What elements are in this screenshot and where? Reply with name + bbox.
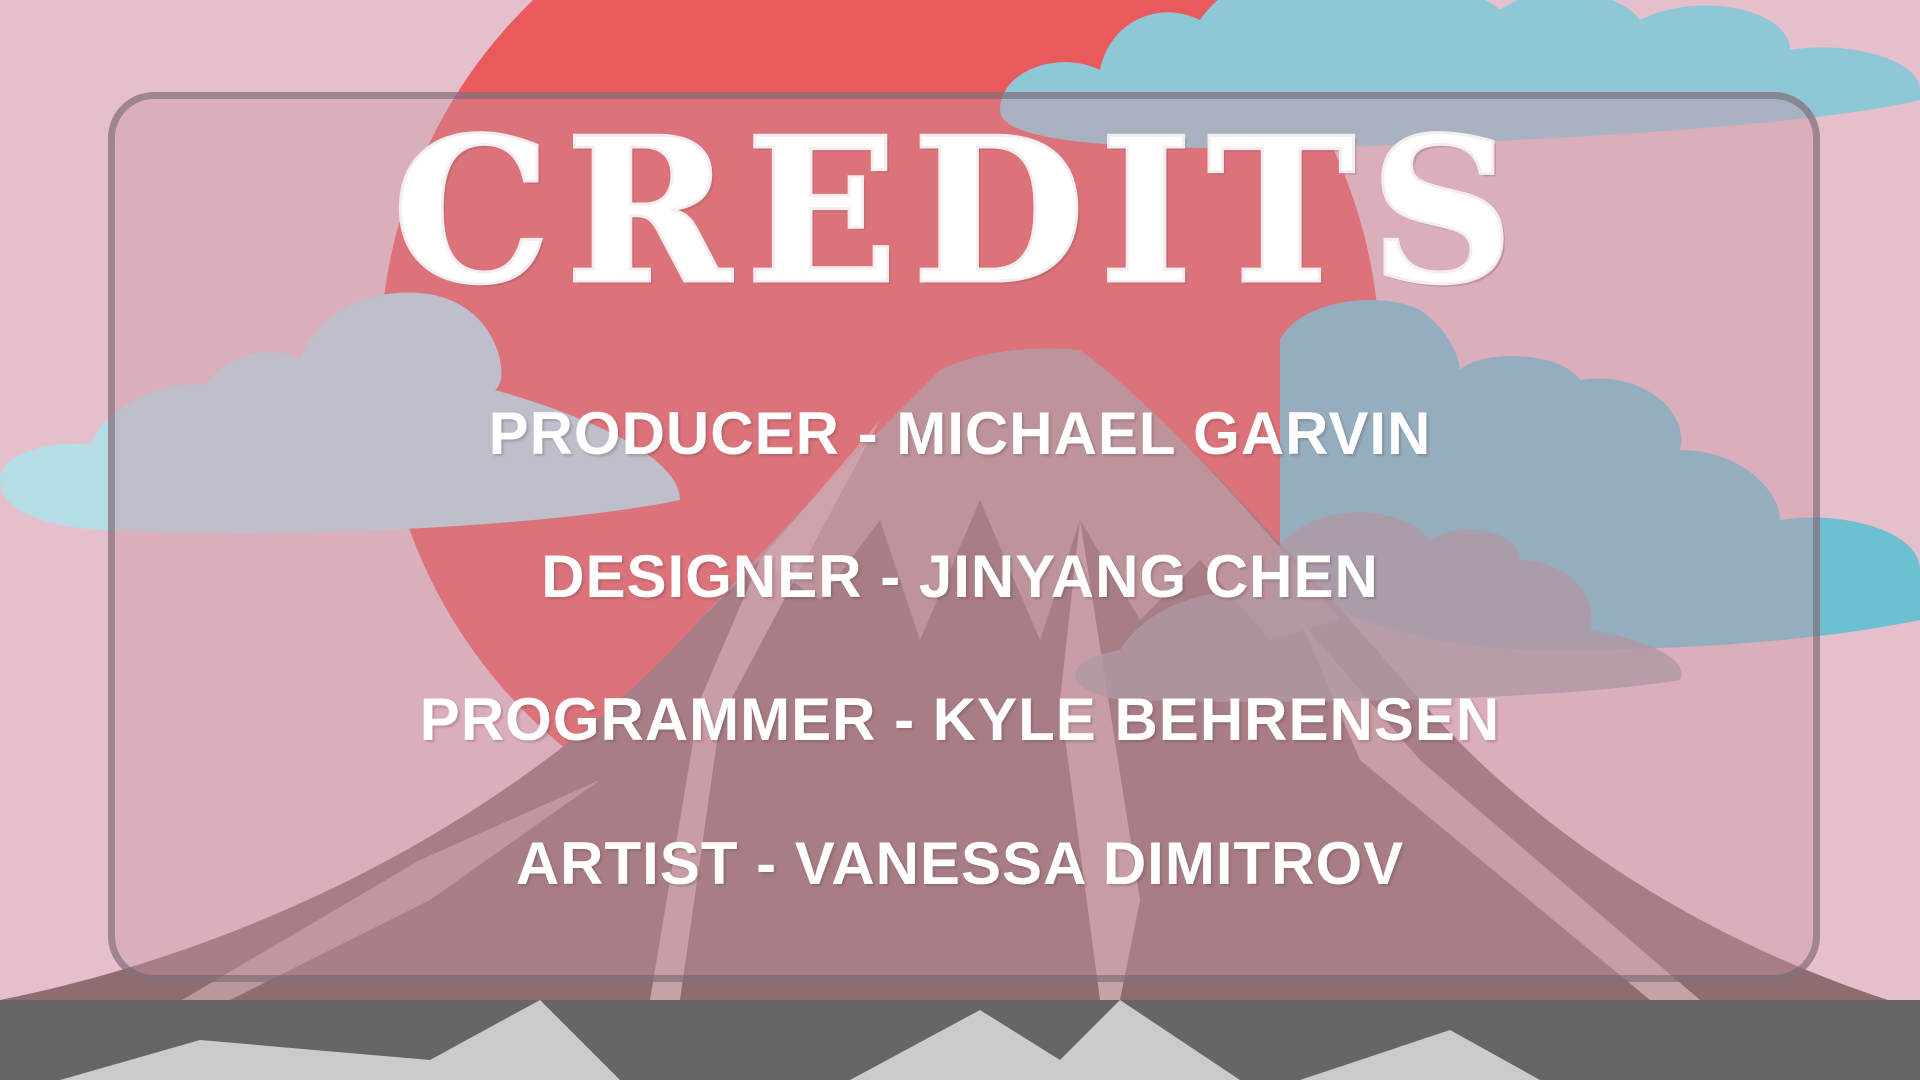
credit-artist: ARTIST - VANESSA DIMITROV xyxy=(515,830,1405,897)
credits-screen: CREDITS PRODUCER - MICHAEL GARVIN DESIGN… xyxy=(0,0,1920,1080)
credit-programmer: PROGRAMMER - KYLE BEHRENSEN xyxy=(419,686,1501,753)
credit-producer: PRODUCER - MICHAEL GARVIN xyxy=(488,400,1432,467)
credit-designer: DESIGNER - JINYANG CHEN xyxy=(541,543,1379,610)
credits-title: CREDITS xyxy=(390,93,1529,331)
